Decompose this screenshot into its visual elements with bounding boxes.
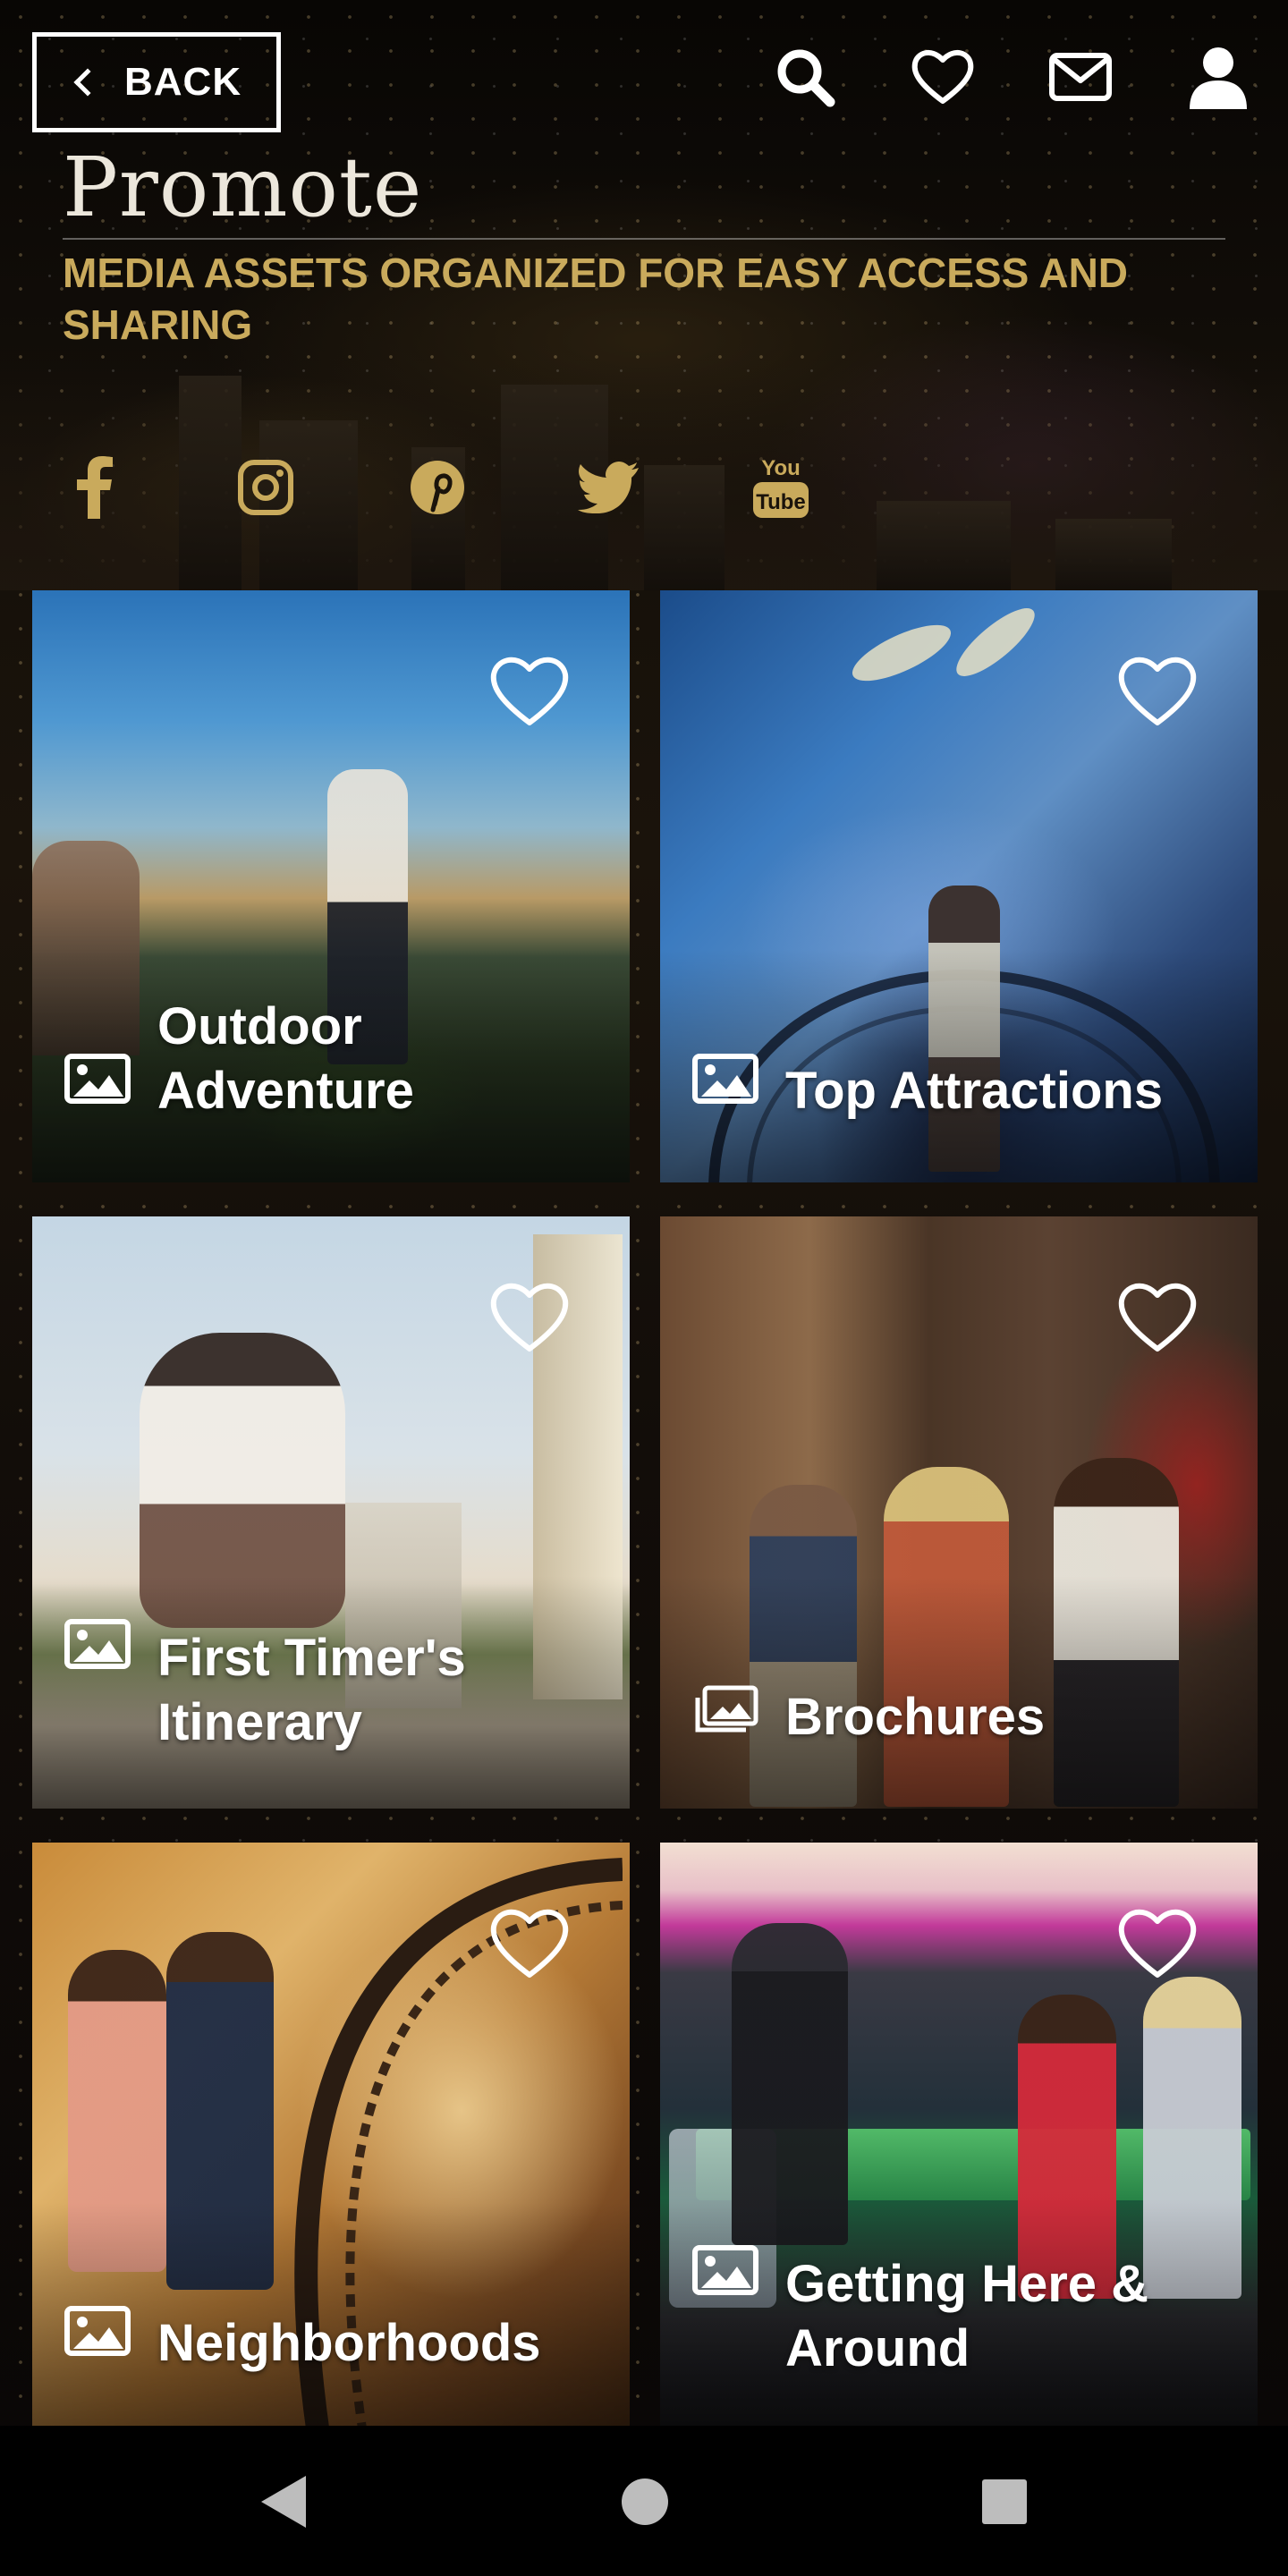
nav-home-icon[interactable] bbox=[614, 2470, 676, 2533]
image-icon bbox=[64, 2306, 131, 2356]
tile-label: First Timer's Itinerary bbox=[157, 1629, 466, 1751]
tile-top-attractions[interactable]: Top Attractions bbox=[660, 590, 1258, 1182]
tile-brochures[interactable]: Brochures bbox=[660, 1216, 1258, 1809]
mail-icon[interactable] bbox=[1045, 41, 1116, 113]
youtube-text-tube: Tube bbox=[756, 490, 806, 514]
favorite-heart-icon[interactable] bbox=[488, 653, 571, 728]
instagram-icon[interactable] bbox=[225, 447, 306, 528]
image-icon bbox=[692, 1054, 758, 1104]
back-button[interactable]: BACK bbox=[32, 32, 281, 132]
page-title: Promote bbox=[63, 140, 423, 235]
back-label: BACK bbox=[124, 60, 242, 104]
image-icon bbox=[64, 1054, 131, 1104]
tile-outdoor-adventure[interactable]: Outdoor Adventure bbox=[32, 590, 630, 1182]
tile-neighborhoods[interactable]: Neighborhoods bbox=[32, 1843, 630, 2435]
social-links: You Tube bbox=[54, 447, 859, 528]
tile-label: Brochures bbox=[785, 1688, 1046, 1746]
driver-figure bbox=[732, 1923, 848, 2245]
building bbox=[1055, 519, 1172, 590]
tile-label: Top Attractions bbox=[785, 1062, 1164, 1120]
top-bar: BACK bbox=[0, 0, 1288, 152]
tile-getting-here-around[interactable]: Getting Here & Around bbox=[660, 1843, 1258, 2435]
image-icon bbox=[64, 1619, 131, 1669]
favorites-heart-icon[interactable] bbox=[907, 41, 979, 113]
twitter-icon[interactable] bbox=[569, 447, 649, 528]
favorite-heart-icon[interactable] bbox=[488, 1279, 571, 1354]
tile-label: Getting Here & Around bbox=[785, 2255, 1149, 2377]
chevron-left-icon bbox=[73, 68, 102, 97]
system-navigation-bar bbox=[0, 2426, 1288, 2576]
title-divider bbox=[63, 238, 1225, 240]
favorite-heart-icon[interactable] bbox=[1116, 1279, 1199, 1354]
images-stack-icon bbox=[692, 1685, 758, 1735]
nav-recents-icon[interactable] bbox=[973, 2470, 1036, 2533]
youtube-icon[interactable]: You Tube bbox=[741, 447, 821, 528]
image-icon bbox=[692, 2245, 758, 2295]
tile-first-timers-itinerary[interactable]: First Timer's Itinerary bbox=[32, 1216, 630, 1809]
search-icon[interactable] bbox=[769, 41, 841, 113]
tile-label: Neighborhoods bbox=[157, 2314, 541, 2372]
tile-label: Outdoor Adventure bbox=[157, 997, 414, 1120]
favorite-heart-icon[interactable] bbox=[1116, 1905, 1199, 1980]
pinterest-icon[interactable] bbox=[397, 447, 478, 528]
favorite-heart-icon[interactable] bbox=[1116, 653, 1199, 728]
user-icon[interactable] bbox=[1182, 41, 1254, 113]
page-subtitle: MEDIA ASSETS ORGANIZED FOR EASY ACCESS A… bbox=[63, 250, 1129, 348]
facebook-icon[interactable] bbox=[54, 447, 134, 528]
favorite-heart-icon[interactable] bbox=[488, 1905, 571, 1980]
nav-back-icon[interactable] bbox=[252, 2470, 315, 2533]
youtube-text-you: You bbox=[761, 456, 801, 480]
building bbox=[877, 501, 1011, 590]
